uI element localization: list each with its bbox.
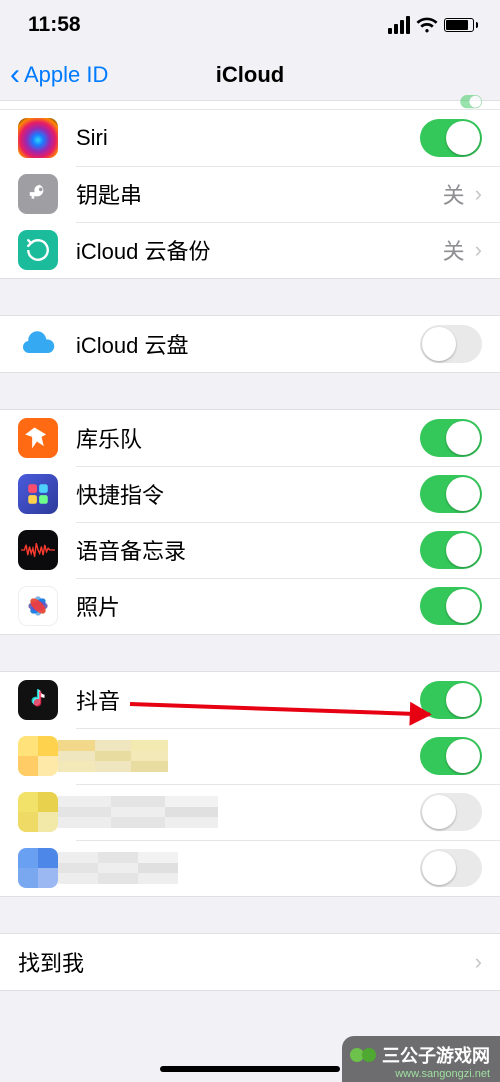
row-label: 找到我 [18,946,475,978]
chevron-left-icon: ‹ [10,60,20,90]
toggle-redacted-2[interactable] [420,793,482,831]
shortcuts-icon [18,474,58,514]
row-label: 钥匙串 [76,178,443,210]
row-label: iCloud 云备份 [76,234,443,266]
row-photos[interactable]: 照片 [0,578,500,634]
row-redacted-1[interactable] [0,728,500,784]
toggle-icloud-drive[interactable] [420,325,482,363]
chevron-right-icon: › [475,181,482,207]
back-button[interactable]: ‹ Apple ID [0,60,108,90]
row-garageband[interactable]: 库乐队 [0,410,500,466]
row-shortcuts[interactable]: 快捷指令 [0,466,500,522]
row-value: 关 [443,178,465,210]
watermark-brand: 三公子游戏网 [382,1042,490,1068]
garageband-icon [18,418,58,458]
redacted-label [58,796,420,828]
photos-icon [18,586,58,626]
douyin-icon [18,680,58,720]
back-label: Apple ID [24,62,108,88]
row-find-me[interactable]: 找到我 › [0,934,500,990]
row-label: 照片 [76,590,420,622]
row-redacted-3[interactable] [0,840,500,896]
redacted-label [58,852,420,884]
wifi-icon [416,17,438,33]
voicememos-icon [18,530,58,570]
nav-header: ‹ Apple ID iCloud [0,50,500,100]
toggle-shortcuts[interactable] [420,475,482,513]
redacted-app-icon [18,736,58,776]
row-keychain[interactable]: 钥匙串 关 › [0,166,500,222]
watermark: 三公子游戏网 www.sangongzi.net [342,1036,500,1082]
status-time: 11:58 [28,13,81,37]
siri-icon [18,118,58,158]
icloud-drive-icon [18,324,58,364]
toggle-voicememos[interactable] [420,531,482,569]
battery-icon [444,18,478,32]
row-siri[interactable]: Siri [0,110,500,166]
row-label: 快捷指令 [76,478,420,510]
chevron-right-icon: › [475,949,482,975]
row-label: 语音备忘录 [76,534,420,566]
row-value: 关 [443,234,465,266]
settings-group-findme: 找到我 › [0,933,500,991]
chevron-right-icon: › [475,237,482,263]
toggle-photos[interactable] [420,587,482,625]
row-icloud-drive[interactable]: iCloud 云盘 [0,316,500,372]
row-label: Siri [76,125,420,151]
toggle-garageband[interactable] [420,419,482,457]
redacted-label [58,740,420,772]
settings-group-apps: 库乐队 快捷指令 语音备忘录 [0,409,500,635]
home-indicator [160,1066,340,1072]
settings-group-drive: iCloud 云盘 [0,315,500,373]
key-icon [18,174,58,214]
row-label: iCloud 云盘 [76,328,420,360]
watermark-url: www.sangongzi.net [395,1068,490,1080]
toggle-siri[interactable] [420,119,482,157]
cellular-signal-icon [388,16,410,34]
row-label: 库乐队 [76,422,420,454]
row-voicememos[interactable]: 语音备忘录 [0,522,500,578]
toggle-redacted-1[interactable] [420,737,482,775]
redacted-app-icon [18,848,58,888]
row-icloud-backup[interactable]: iCloud 云备份 关 › [0,222,500,278]
backup-icon [18,230,58,270]
toggle-redacted-3[interactable] [420,849,482,887]
watermark-logo-icon [350,1048,376,1062]
row-redacted-2[interactable] [0,784,500,840]
status-bar: 11:58 [0,0,500,50]
settings-group-system: Siri 钥匙串 关 › iCloud 云备份 关 › [0,110,500,279]
redacted-app-icon [18,792,58,832]
